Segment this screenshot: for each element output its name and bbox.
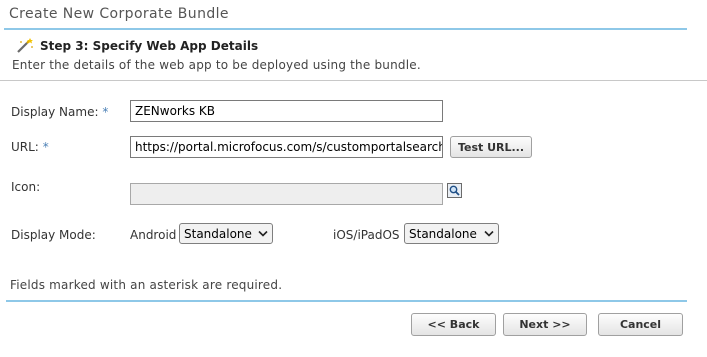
step-description: Enter the details of the web app to be d…: [12, 58, 421, 72]
footer-divider: [6, 300, 687, 302]
icon-path-input: [130, 183, 443, 205]
section-divider: [0, 80, 707, 81]
ios-label: iOS/iPadOS: [333, 228, 400, 242]
display-name-label: Display Name: *: [11, 105, 108, 119]
chevron-down-icon: [258, 230, 268, 237]
android-display-mode-select[interactable]: Standalone: [179, 223, 273, 244]
url-label-text: URL:: [11, 140, 39, 154]
chevron-down-icon: [484, 230, 494, 237]
required-marker: *: [102, 105, 109, 119]
required-marker: *: [42, 140, 49, 154]
icon-label: Icon:: [11, 180, 41, 194]
next-button[interactable]: Next >>: [503, 313, 587, 336]
ios-display-mode-select[interactable]: Standalone: [404, 223, 499, 244]
display-name-label-text: Display Name:: [11, 105, 99, 119]
url-input[interactable]: https://portal.microfocus.com/s/custompo…: [130, 136, 443, 158]
back-button[interactable]: << Back: [411, 313, 496, 336]
cancel-button[interactable]: Cancel: [598, 313, 683, 336]
step-header: Step 3: Specify Web App Details: [16, 38, 258, 54]
ios-select-value: Standalone: [409, 226, 477, 241]
required-fields-note: Fields marked with an asterisk are requi…: [10, 278, 283, 292]
step-title: Step 3: Specify Web App Details: [40, 39, 259, 53]
url-label: URL: *: [11, 140, 49, 154]
android-select-value: Standalone: [184, 226, 252, 241]
android-label: Android: [130, 228, 177, 242]
display-mode-label: Display Mode:: [11, 228, 96, 242]
display-name-input[interactable]: ZENworks KB: [130, 100, 443, 122]
window-title: Create New Corporate Bundle: [9, 6, 229, 22]
test-url-button[interactable]: Test URL...: [450, 136, 532, 158]
search-icon: [449, 185, 460, 196]
header-divider: [4, 28, 687, 30]
browse-icon-button[interactable]: [447, 183, 462, 198]
wizard-wand-icon: [17, 38, 33, 53]
